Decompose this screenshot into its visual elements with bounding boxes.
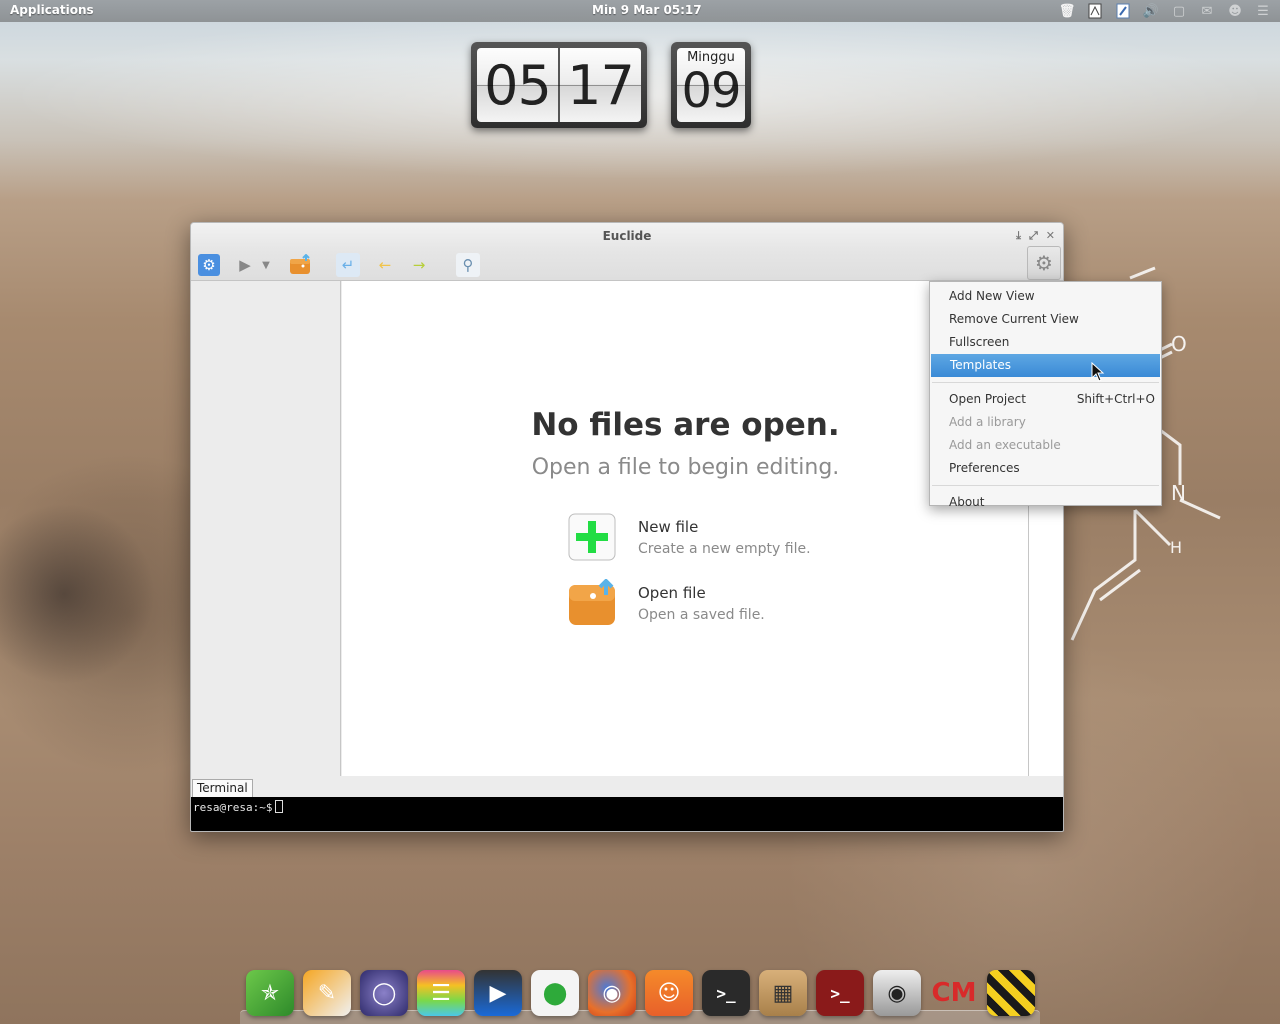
menu-item-remove-current-view[interactable]: Remove Current View bbox=[930, 308, 1161, 331]
menu-item-templates[interactable]: Templates bbox=[931, 354, 1160, 377]
volume-icon[interactable]: 🔊 bbox=[1142, 2, 1160, 20]
user-icon[interactable]: ☻ bbox=[1226, 2, 1244, 20]
terminal-panel[interactable]: resa@resa:~$ bbox=[191, 797, 1063, 831]
system-tray: 🗑 🔊 ▢ ✉ ☻ ☰ bbox=[1058, 2, 1272, 20]
menu-item-about[interactable]: About bbox=[930, 491, 1161, 514]
menu-item-open-project[interactable]: Open Project Shift+Ctrl+O bbox=[930, 388, 1161, 411]
new-file-icon bbox=[568, 513, 616, 561]
panel-clock[interactable]: Min 9 Mar 05:17 bbox=[592, 3, 702, 17]
welcome-subtitle: Open a file to begin editing. bbox=[531, 455, 840, 480]
minimize-icon[interactable]: ⤓ bbox=[1016, 223, 1021, 249]
gear-icon: ⚙ bbox=[1035, 251, 1053, 275]
trash-icon[interactable]: 🗑 bbox=[1058, 2, 1076, 20]
molecule-label-h: H bbox=[1170, 538, 1182, 557]
new-file-action[interactable]: New file Create a new empty file. bbox=[568, 513, 811, 561]
open-file-icon bbox=[569, 579, 615, 625]
hazard-app-icon[interactable] bbox=[987, 970, 1035, 1016]
open-file-action[interactable]: Open file Open a saved file. bbox=[568, 579, 765, 627]
red-terminal-app-icon[interactable]: >_ bbox=[816, 970, 864, 1016]
window-titlebar[interactable]: Euclide ⤓ ⤢ ✕ bbox=[191, 223, 1063, 249]
gear-menu-button[interactable]: ⚙ bbox=[1027, 246, 1061, 280]
sphere-app-icon[interactable]: ◯ bbox=[360, 970, 408, 1016]
flip-clock-date: Minggu 09 bbox=[671, 42, 751, 128]
molecule-label-n: N bbox=[1171, 481, 1186, 505]
open-folder-icon[interactable] bbox=[288, 253, 312, 277]
firefox-app-icon[interactable]: ◉ bbox=[588, 970, 636, 1016]
open-file-title: Open file bbox=[638, 583, 706, 602]
pen-icon[interactable] bbox=[1114, 2, 1132, 20]
settings-icon[interactable]: ⚙ bbox=[198, 254, 220, 276]
document-icon[interactable] bbox=[1086, 2, 1104, 20]
return-icon[interactable]: ↵ bbox=[336, 253, 360, 277]
clock-minute: 17 bbox=[558, 48, 641, 122]
flip-clock-time: 05 17 bbox=[471, 42, 647, 128]
back-arrow-icon[interactable]: ← bbox=[373, 253, 397, 277]
cm-app-icon[interactable]: CM bbox=[930, 970, 978, 1016]
menu-item-add-library: Add a library bbox=[949, 415, 1026, 429]
dropdown-arrow-icon[interactable]: ▼ bbox=[259, 253, 273, 277]
menu-icon[interactable]: ☰ bbox=[1254, 2, 1272, 20]
search-icon[interactable]: ⚲ bbox=[456, 253, 480, 277]
compass-app-icon[interactable]: ✯ bbox=[246, 970, 294, 1016]
menu-separator bbox=[932, 485, 1159, 486]
applications-menu-button[interactable]: Applications bbox=[10, 3, 94, 17]
forward-arrow-icon[interactable]: → bbox=[407, 253, 431, 277]
new-file-title: New file bbox=[638, 517, 699, 536]
menu-item-add-executable: Add an executable bbox=[949, 438, 1061, 452]
mail-icon[interactable]: ✉ bbox=[1198, 2, 1216, 20]
terminal-app-icon[interactable]: >_ bbox=[702, 970, 750, 1016]
dock: ✯ ✎ ◯ ☰ ▶ ⬤ ◉ ☺ >_ ▦ >_ ◉ CM bbox=[246, 970, 1035, 1016]
open-file-description: Open a saved file. bbox=[638, 606, 765, 623]
terminal-prompt: resa@resa:~$ bbox=[193, 801, 273, 814]
toggle-app-icon[interactable]: ⬤ bbox=[531, 970, 579, 1016]
run-icon[interactable]: ▶ bbox=[233, 253, 257, 277]
new-file-description: Create a new empty file. bbox=[638, 540, 811, 557]
open-project-shortcut: Shift+Ctrl+O bbox=[1076, 392, 1155, 406]
terminal-cursor bbox=[275, 800, 284, 813]
menu-item-add-new-view[interactable]: Add New View bbox=[930, 285, 1161, 308]
gear-dropdown-menu: Add New View Remove Current View Fullscr… bbox=[929, 281, 1162, 509]
menu-separator bbox=[932, 382, 1159, 383]
calculator-app-icon[interactable]: ▦ bbox=[759, 970, 807, 1016]
clock-hour: 05 bbox=[484, 53, 552, 117]
menu-item-preferences[interactable]: Preferences bbox=[930, 457, 1161, 480]
store-app-icon[interactable]: ☺ bbox=[645, 970, 693, 1016]
menu-item-fullscreen[interactable]: Fullscreen bbox=[930, 331, 1161, 354]
welcome-title: No files are open. bbox=[531, 407, 840, 443]
mouse-pointer-icon bbox=[1091, 362, 1105, 382]
toolbar: ⚙ ▶ ▼ ↵ ← → ⚲ ⚙ bbox=[191, 246, 1063, 281]
camera-app-icon[interactable]: ◉ bbox=[873, 970, 921, 1016]
side-panel bbox=[191, 281, 341, 776]
top-panel: Applications Min 9 Mar 05:17 🗑 🔊 ▢ ✉ ☻ ☰ bbox=[0, 0, 1280, 22]
notes-app-icon[interactable]: ✎ bbox=[303, 970, 351, 1016]
clock-day-name: Minggu bbox=[687, 50, 735, 65]
display-icon[interactable]: ▢ bbox=[1170, 2, 1188, 20]
video-app-icon[interactable]: ▶ bbox=[474, 970, 522, 1016]
window-title: Euclide bbox=[602, 229, 652, 243]
terminal-tab[interactable]: Terminal bbox=[192, 779, 253, 797]
stack-app-icon[interactable]: ☰ bbox=[417, 970, 465, 1016]
molecule-label-o: O bbox=[1171, 332, 1187, 356]
editor-area: No files are open. Open a file to begin … bbox=[342, 281, 1029, 776]
